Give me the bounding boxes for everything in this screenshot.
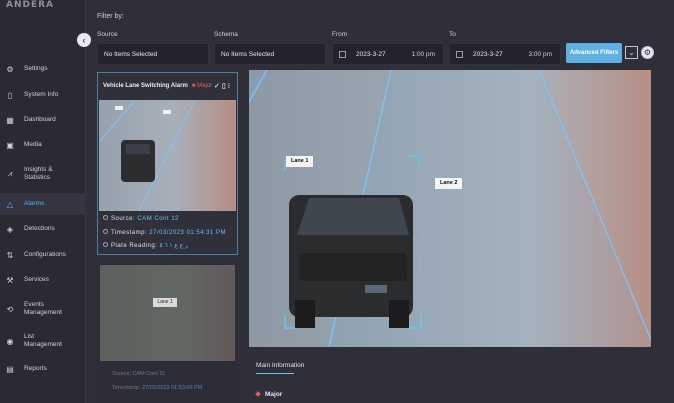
sidebar-item-settings[interactable]: ⚙ Settings (0, 58, 86, 80)
alarm-plate: Plate Reading: ر ج ع ١ ٦ ٥ (103, 242, 188, 249)
source-icon (103, 215, 108, 220)
to-datetime-field[interactable]: 2023-3-27 3:00 pm (449, 43, 561, 65)
calendar-icon (339, 50, 346, 58)
sidebar: ANDERA ⚙ Settings ▯ System Info ▦ Dashbo… (0, 0, 86, 403)
alarm-source: Source: CAM Cont 11 (112, 371, 166, 377)
grid-icon: ▦ (6, 115, 14, 125)
sidebar-item-media[interactable]: ▣ Media (0, 134, 86, 156)
alarm-timestamp: Timestamp: 27/03/2023 01:53:06 PM (112, 385, 203, 391)
sidebar-item-insights[interactable]: ⩘ Insights & Statistics (0, 163, 86, 185)
alarm-source: Source: CAM Cont 12 (103, 215, 179, 222)
vehicle-shape (289, 195, 413, 328)
advanced-filters-button[interactable]: Advanced Filters (566, 43, 622, 63)
lane-tag: Lane 1 (153, 298, 177, 307)
alarm-actions[interactable]: ✓▯⁝ (214, 82, 232, 90)
alarm-title: Vehicle Lane Switching Alarm (103, 83, 188, 89)
sidebar-item-configurations[interactable]: ⇅ Configurations (0, 244, 86, 266)
info-icon: ▯ (7, 90, 13, 100)
settings-round-icon[interactable]: ⚙ (641, 46, 654, 59)
sidebar-item-reports[interactable]: ▤ Reports (0, 358, 86, 380)
severity-major: Major (255, 391, 282, 398)
sidebar-item-list-management[interactable]: ◉ List Management (0, 330, 86, 352)
chevron-down-icon[interactable]: ⌄ (625, 46, 638, 59)
source-label: Source (97, 31, 118, 38)
tab-underline (256, 373, 294, 374)
tab-main-information[interactable]: Main Information (256, 362, 304, 369)
sidebar-item-detections[interactable]: ◈ Detections (0, 218, 86, 240)
from-datetime-field[interactable]: 2023-3-27 1:00 pm (332, 43, 444, 65)
app-logo: ANDERA (6, 0, 55, 10)
alarm-card-selected[interactable]: Vehicle Lane Switching Alarm ■ Major ✓▯⁝… (97, 72, 238, 255)
calendar-icon (456, 50, 463, 58)
to-label: To (449, 31, 456, 38)
alarm-timestamp: Timestamp: 27/03/2023 01:54:31 PM (103, 229, 226, 236)
sidebar-item-events-management[interactable]: ⟲ Events Management (0, 298, 86, 320)
thumbnail-scene (99, 100, 196, 211)
severity-badge: ■ Major (191, 83, 213, 89)
clock-icon (103, 229, 108, 234)
alarm-image-viewer[interactable]: Lane 1 Lane 2 (249, 70, 651, 347)
alarm-thumbnail[interactable] (99, 100, 236, 211)
sidebar-item-alarms[interactable]: △ Alarms (0, 193, 86, 215)
sidebar-item-dashboard[interactable]: ▦ Dashboard (0, 109, 86, 131)
alarm-thumbnail (100, 265, 235, 361)
target-icon: ◈ (6, 224, 14, 234)
report-icon: ▤ (6, 364, 14, 374)
warning-icon: △ (6, 199, 14, 209)
chart-icon: ⩘ (7, 169, 13, 178)
gear-icon: ⚙ (6, 64, 14, 74)
sliders-icon: ⇅ (6, 250, 14, 260)
schema-select[interactable]: No Items Selected (214, 43, 326, 65)
services-icon: ⚒ (6, 275, 14, 285)
sidebar-item-services[interactable]: ⚒ Services (0, 269, 86, 291)
from-label: From (332, 31, 348, 38)
lane-label-2: Lane 2 (435, 178, 463, 189)
lane-label-1: Lane 1 (286, 156, 314, 167)
sidebar-item-system-info[interactable]: ▯ System Info (0, 84, 86, 106)
events-icon: ⟲ (6, 304, 14, 314)
sidebar-collapse-button[interactable]: ‹ (77, 33, 91, 47)
plate-icon (103, 242, 108, 247)
alarm-card[interactable]: Source: CAM Cont 11 Timestamp: 27/03/202… (97, 262, 238, 403)
list-icon: ◉ (6, 336, 14, 346)
source-select[interactable]: No Items Selected (97, 43, 209, 65)
media-icon: ▣ (6, 140, 14, 150)
schema-label: Schema (214, 31, 238, 38)
severity-diamond-icon (255, 391, 261, 397)
filter-title: Filter by: (97, 13, 124, 20)
road-scene (249, 70, 651, 347)
